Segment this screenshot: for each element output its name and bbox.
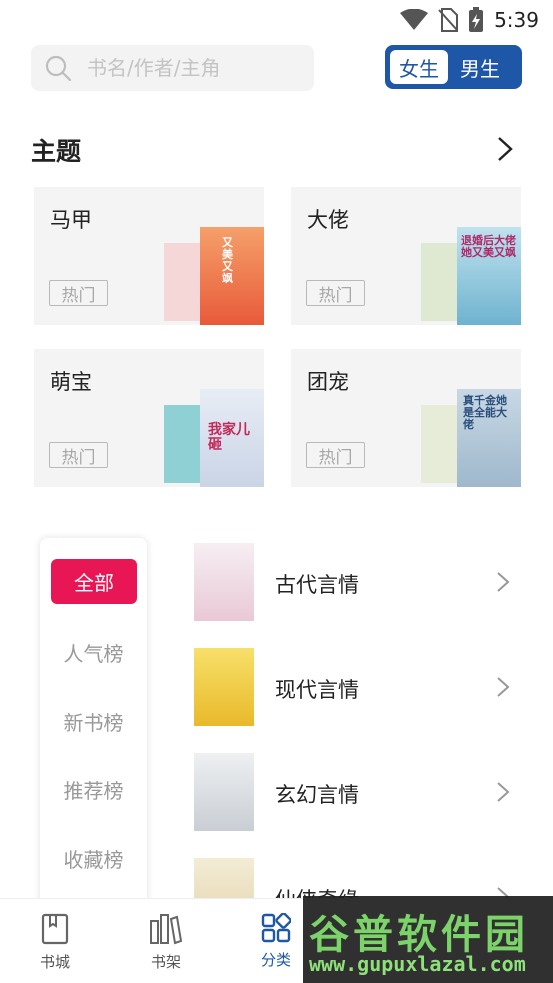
category-name: 现代言情 [275,678,359,702]
watermark: 谷普软件园 www.gupuxlazal.com [303,896,553,983]
book-cover [194,543,254,621]
topic-card-tuanchong[interactable]: 团宠 热门 真千金她是全能大佬 [291,349,521,487]
status-icons: 5:39 [400,7,539,33]
nav-label: 书架 [150,953,181,971]
topic-card-title: 团宠 [307,370,349,394]
category-item-ancient[interactable]: 古代言情 [194,543,524,623]
nav-category[interactable]: 分类 [241,913,311,970]
section-title-topics: 主题 [31,137,82,166]
topic-card-title: 萌宝 [50,370,92,394]
book-cover: 我家儿砸 [200,389,264,487]
bookstore-icon [41,913,69,945]
topic-card-title: 大佬 [307,208,349,232]
book-cover-title: 真千金她是全能大佬 [463,394,507,431]
book-cover [194,648,254,726]
book-cover: 又美又飒 [200,227,264,325]
category-name: 玄幻言情 [275,783,359,807]
hot-badge: 热门 [306,280,365,306]
search-icon [45,55,71,81]
category-item-modern[interactable]: 现代言情 [194,648,524,728]
no-sim-icon [438,8,459,32]
chevron-right-icon [497,677,510,697]
rank-tab-all[interactable]: 全部 [51,559,137,604]
rank-tab-new[interactable]: 新书榜 [40,707,147,736]
nav-bookshelf[interactable]: 书架 [131,913,201,972]
chevron-right-icon[interactable] [494,136,516,162]
book-cover: 退婚后大佬她又美又飒 [457,227,521,325]
hot-badge: 热门 [306,442,365,468]
book-cover: 真千金她是全能大佬 [457,389,521,487]
search-box[interactable] [31,45,314,91]
hot-badge: 热门 [49,442,108,468]
gender-switch[interactable]: 女生 男生 [385,45,522,89]
rank-tab-popular[interactable]: 人气榜 [40,638,147,667]
hot-badge: 热门 [49,280,108,306]
status-time: 5:39 [494,8,539,32]
book-cover [194,753,254,831]
chevron-right-icon [497,572,510,592]
wifi-icon [400,9,429,30]
nav-label: 分类 [260,951,291,969]
category-item-fantasy[interactable]: 玄幻言情 [194,753,524,833]
topic-card-title: 马甲 [50,208,92,232]
book-cover-title: 又美又飒 [222,236,233,285]
topic-card-mengbao[interactable]: 萌宝 热门 我家儿砸 [34,349,264,487]
nav-label: 书城 [39,953,70,971]
battery-charging-icon [469,7,484,32]
category-icon [261,913,291,943]
search-input[interactable] [87,56,287,80]
status-bar: 5:39 [0,0,553,36]
gender-female-tab[interactable]: 女生 [390,50,448,84]
watermark-url: www.gupuxlazal.com [309,952,526,976]
book-cover-title: 退婚后大佬她又美又飒 [461,234,516,259]
nav-bookstore[interactable]: 书城 [20,913,90,972]
rank-tab-recommend[interactable]: 推荐榜 [40,775,147,804]
ranking-tabs: 全部 人气榜 新书榜 推荐榜 收藏榜 [40,538,147,918]
book-cover-title: 我家儿砸 [208,422,250,453]
chevron-right-icon [497,782,510,802]
category-name: 古代言情 [275,573,359,597]
topic-card-dalao[interactable]: 大佬 热门 退婚后大佬她又美又飒 [291,187,521,325]
gender-male-tab[interactable]: 男生 [448,50,512,84]
rank-tab-favorites[interactable]: 收藏榜 [40,844,147,873]
topic-card-majia[interactable]: 马甲 热门 又美又飒 [34,187,264,325]
bookshelf-icon [150,914,183,945]
